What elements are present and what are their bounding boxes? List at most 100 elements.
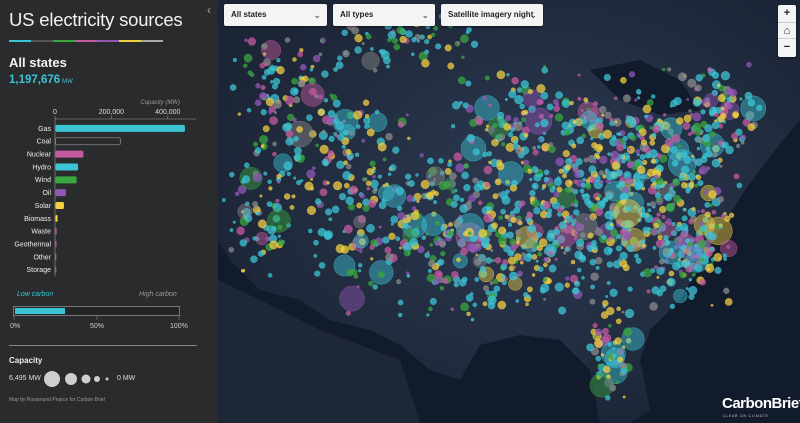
power-plant-dot bbox=[513, 207, 521, 214]
power-plant-dot bbox=[407, 136, 411, 141]
power-plant-dot bbox=[708, 190, 717, 199]
power-plant-dot bbox=[270, 80, 274, 84]
power-plant-dot bbox=[723, 287, 730, 294]
basemap-select[interactable]: Satellite imagery night ⌄ bbox=[441, 4, 543, 26]
power-plant-dot bbox=[678, 174, 686, 182]
region-name: All states bbox=[9, 55, 67, 70]
power-plant-dot bbox=[424, 38, 430, 45]
power-plant-dot bbox=[607, 342, 612, 347]
power-plant-dot bbox=[421, 235, 427, 240]
power-plant-dot bbox=[517, 270, 523, 277]
category-label-oil: Oil bbox=[42, 190, 51, 197]
collapse-sidebar-icon[interactable]: ‹ bbox=[202, 3, 216, 17]
power-plant-dot bbox=[620, 192, 628, 201]
power-plant-dot bbox=[615, 318, 622, 325]
zoom-out-button[interactable]: − bbox=[778, 39, 796, 56]
size-circle-xl bbox=[44, 371, 60, 387]
bar-hydro[interactable] bbox=[55, 163, 79, 171]
power-plant-dot bbox=[705, 231, 712, 238]
power-plant-dot bbox=[333, 181, 343, 191]
power-plant-dot bbox=[582, 114, 586, 117]
power-plant-dot bbox=[649, 201, 656, 208]
category-label-gas: Gas bbox=[38, 126, 51, 133]
power-plant-dot bbox=[506, 73, 510, 77]
power-plant-dot bbox=[504, 214, 509, 219]
power-plant-dot bbox=[272, 83, 279, 90]
bar-biomass[interactable] bbox=[55, 214, 58, 222]
power-plant-dot bbox=[635, 180, 645, 190]
power-plant-dot bbox=[711, 158, 721, 168]
power-plant-dot bbox=[669, 186, 673, 191]
power-plant-dot bbox=[726, 96, 733, 103]
bar-geothermal[interactable] bbox=[55, 240, 57, 248]
power-plant-dot bbox=[244, 38, 248, 43]
power-plant-dot bbox=[342, 170, 352, 180]
power-plant-dot bbox=[293, 88, 299, 94]
power-plant-dot bbox=[460, 302, 469, 312]
x-tick-label: 400,000 bbox=[155, 109, 180, 116]
type-select[interactable]: All types ⌄ bbox=[333, 4, 435, 26]
power-plant-dot bbox=[711, 209, 717, 215]
power-plant-dot bbox=[692, 122, 702, 132]
bar-oil[interactable] bbox=[55, 189, 66, 197]
power-plant-dot bbox=[563, 251, 567, 255]
power-plant-dot bbox=[488, 160, 492, 165]
power-plant-dot bbox=[340, 245, 350, 254]
power-plant-dot bbox=[488, 103, 492, 107]
power-plant-dot bbox=[579, 188, 585, 194]
carbon-brief-logo[interactable]: CarbonBrief CLEAR ON CLIMATE bbox=[722, 395, 800, 421]
power-plant-dot bbox=[318, 52, 323, 57]
power-plant-dot bbox=[595, 355, 602, 362]
power-plant-dot bbox=[628, 71, 636, 78]
power-plant-dot bbox=[267, 66, 276, 75]
power-plant-dot bbox=[415, 173, 419, 177]
power-plant-dot bbox=[261, 43, 268, 50]
power-plant-dot bbox=[282, 123, 291, 132]
power-plant-dot bbox=[657, 234, 663, 241]
power-plant-dot bbox=[310, 64, 315, 69]
power-plant-dot bbox=[601, 113, 605, 117]
power-plant-dot bbox=[667, 67, 672, 72]
bar-coal[interactable] bbox=[55, 137, 121, 146]
power-plant-dot bbox=[651, 286, 660, 295]
power-plant-dot bbox=[644, 114, 648, 119]
power-plant-dot bbox=[458, 100, 463, 105]
power-plant-dot bbox=[507, 131, 514, 138]
power-plant-dot bbox=[688, 182, 695, 189]
home-icon[interactable]: ⌂ bbox=[778, 22, 796, 39]
power-plant-dot bbox=[705, 146, 711, 152]
power-plant-dot bbox=[602, 327, 609, 335]
power-plant-dot bbox=[362, 177, 367, 182]
power-plant-dot bbox=[311, 166, 316, 170]
power-plant-dot bbox=[260, 109, 267, 116]
power-plant-dot bbox=[592, 159, 597, 164]
bar-wind[interactable] bbox=[55, 176, 77, 184]
bar-storage[interactable] bbox=[55, 266, 57, 274]
power-plant-dot bbox=[695, 74, 703, 82]
bar-nuclear[interactable] bbox=[55, 150, 84, 158]
power-plant-dot bbox=[416, 199, 420, 203]
bar-gas[interactable] bbox=[55, 124, 185, 132]
bar-solar[interactable] bbox=[55, 202, 64, 210]
power-plant-dot bbox=[328, 135, 335, 142]
power-plant-dot bbox=[727, 103, 733, 110]
power-plant-dot bbox=[653, 229, 658, 235]
power-plant-dot bbox=[383, 56, 391, 65]
power-plant-dot bbox=[482, 95, 488, 101]
power-plant-dot bbox=[276, 58, 281, 63]
power-plant-dot bbox=[594, 339, 603, 348]
bar-waste[interactable] bbox=[55, 227, 57, 235]
power-plant-dot bbox=[481, 240, 490, 249]
power-plant-dot bbox=[561, 99, 571, 108]
power-plant-dot bbox=[321, 129, 326, 134]
state-select[interactable]: All states ⌄ bbox=[224, 4, 327, 26]
chevron-down-icon: ⌄ bbox=[529, 10, 537, 20]
power-plant-dot bbox=[253, 205, 258, 209]
power-plant-dot bbox=[589, 258, 597, 266]
power-plant-dot bbox=[273, 111, 277, 115]
power-plant-dot bbox=[601, 234, 607, 240]
zoom-in-button[interactable]: + bbox=[778, 5, 796, 22]
bar-other[interactable] bbox=[55, 253, 57, 261]
power-plant-dot bbox=[537, 266, 544, 273]
region-total-value: 1,197,676 bbox=[9, 74, 61, 86]
